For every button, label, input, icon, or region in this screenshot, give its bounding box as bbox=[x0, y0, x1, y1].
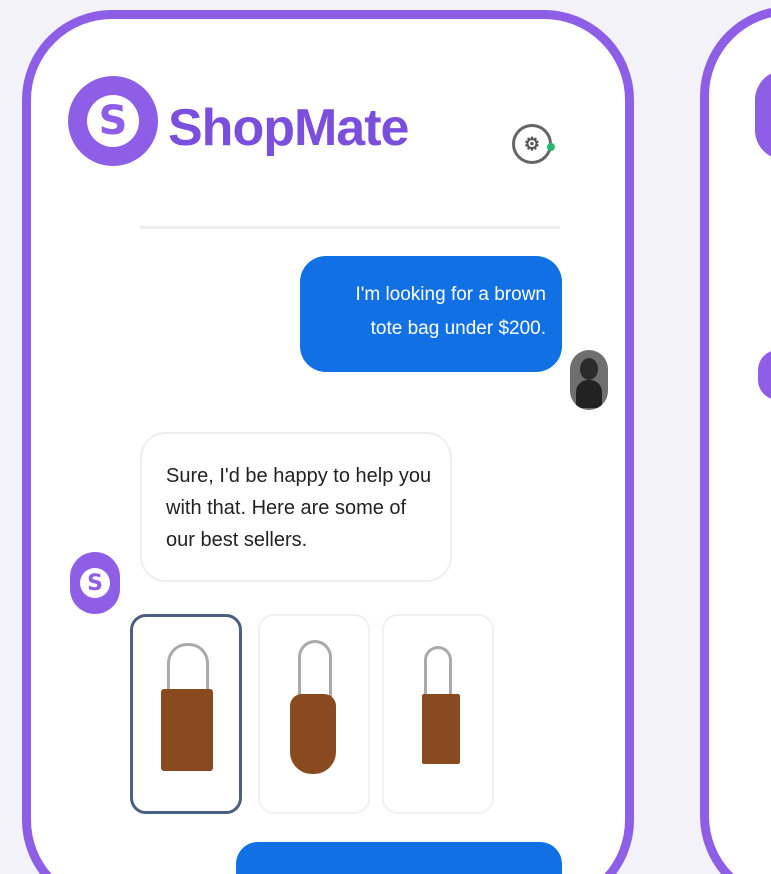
brand-logo: S bbox=[68, 76, 158, 166]
user-avatar bbox=[570, 350, 608, 410]
tote-bag-handle bbox=[167, 643, 209, 692]
online-status-dot bbox=[547, 143, 555, 151]
user-avatar-body bbox=[576, 380, 602, 408]
tote-bag-handle bbox=[424, 646, 452, 699]
product-card-3[interactable] bbox=[382, 614, 494, 814]
settings-glyph: ⚙ bbox=[523, 133, 541, 154]
primary-action-button[interactable] bbox=[236, 842, 562, 874]
tote-bag-icon bbox=[422, 694, 460, 764]
header-divider bbox=[140, 226, 560, 229]
app-screen: S ShopMate ⚙ I'm looking for a brown tot… bbox=[0, 0, 771, 874]
product-card-1[interactable] bbox=[130, 614, 242, 814]
user-message-bubble: I'm looking for a brown tote bag under $… bbox=[300, 256, 562, 372]
user-avatar-head bbox=[580, 358, 598, 380]
tote-bag-icon bbox=[290, 694, 336, 774]
tote-bag-icon bbox=[161, 689, 213, 771]
tote-bag-handle bbox=[298, 640, 332, 697]
brand-logo-letter: S bbox=[87, 95, 139, 147]
bot-avatar: S bbox=[70, 552, 120, 614]
bot-avatar-letter: S bbox=[80, 568, 110, 598]
product-card-2[interactable] bbox=[258, 614, 370, 814]
bot-message-bubble: Sure, I'd be happy to help you with that… bbox=[140, 432, 452, 582]
brand-name: ShopMate bbox=[168, 99, 409, 157]
settings-icon[interactable]: ⚙ bbox=[512, 124, 555, 164]
